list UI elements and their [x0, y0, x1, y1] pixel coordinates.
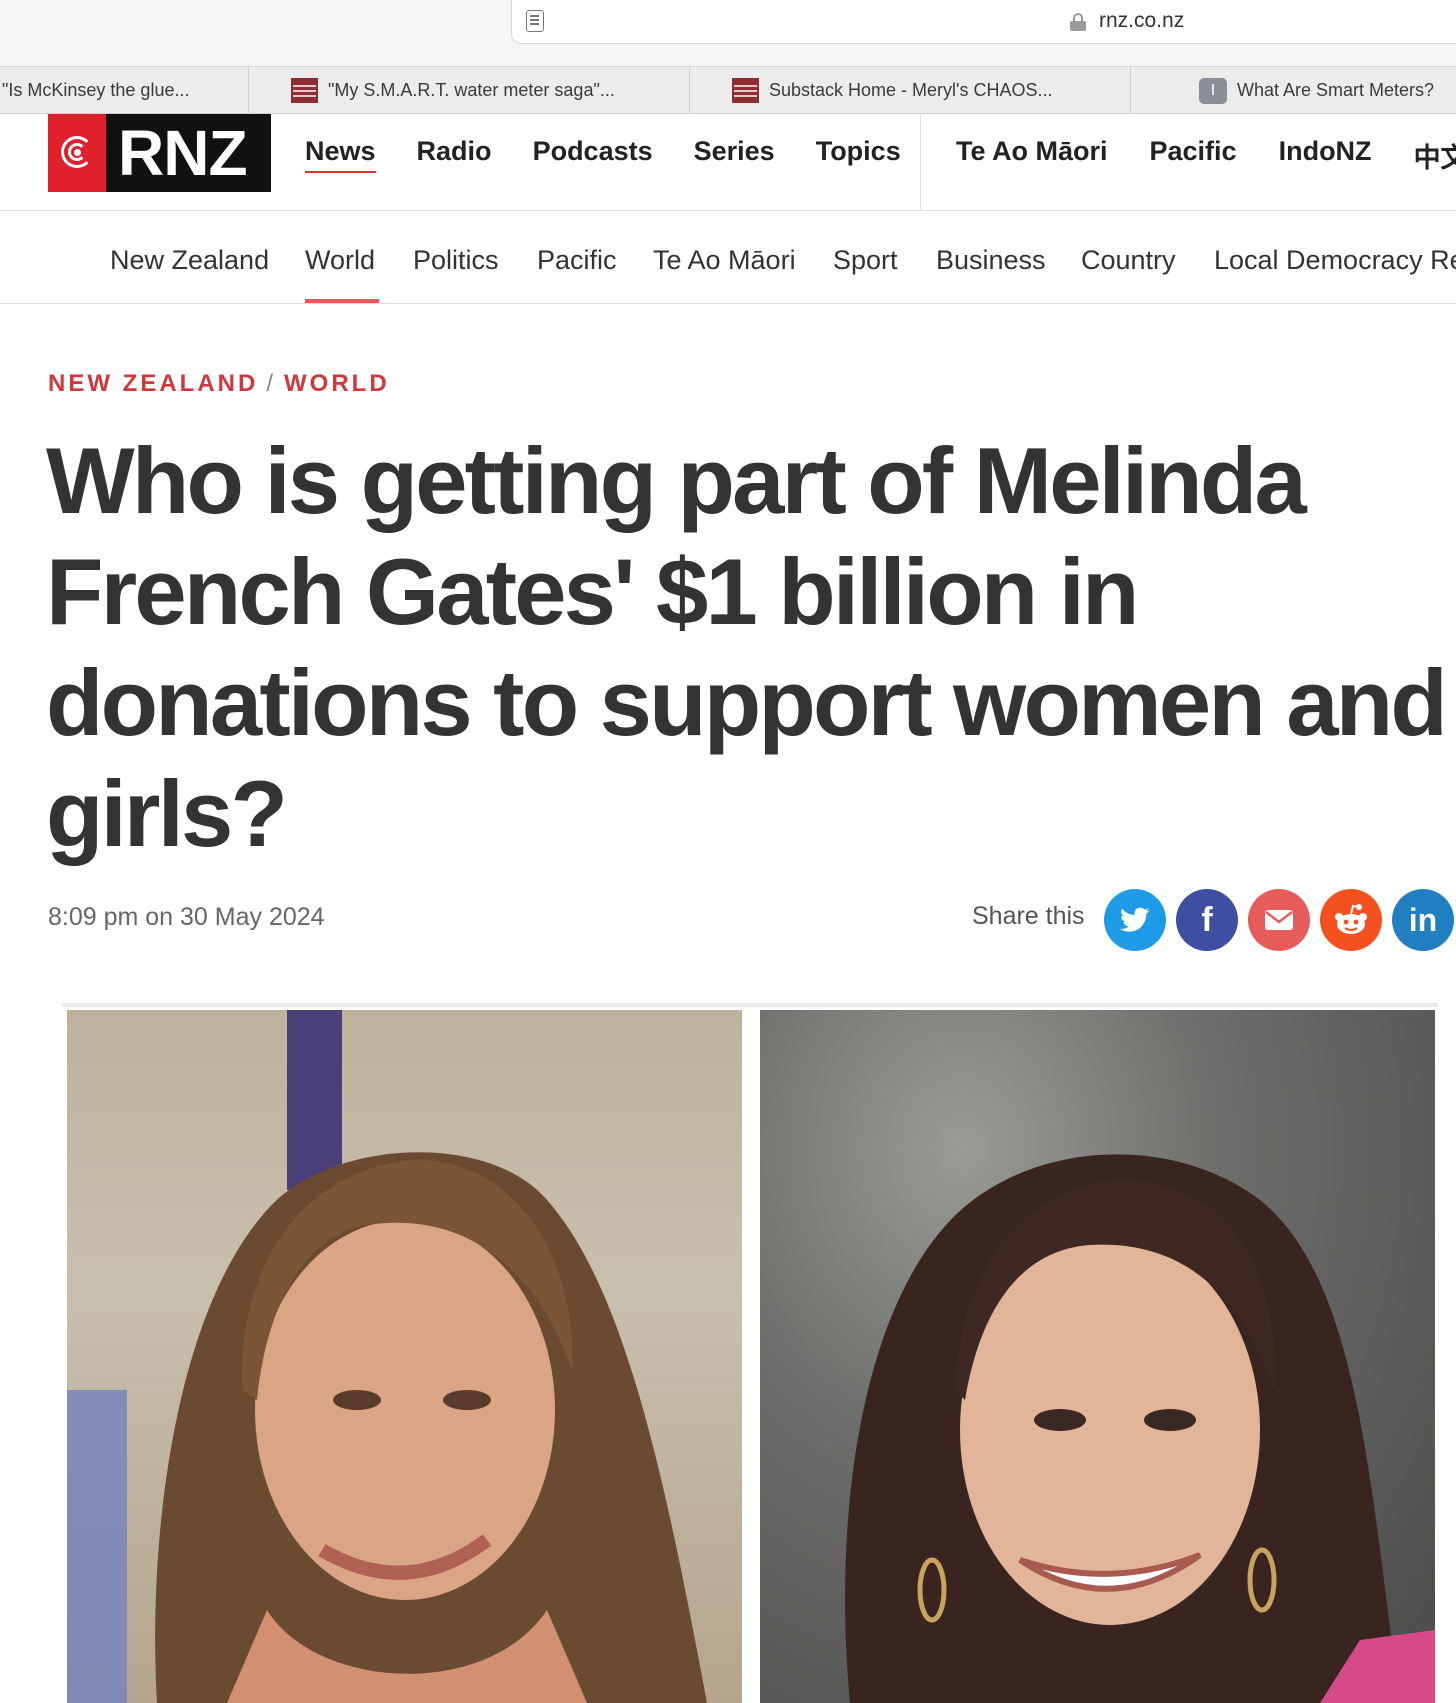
browser-tab[interactable]: I What Are Smart Meters? — [1131, 67, 1456, 114]
share-reddit-button[interactable] — [1320, 889, 1382, 951]
browser-tab[interactable]: "Is McKinsey the glue... — [0, 67, 249, 114]
nav-podcasts[interactable]: Podcasts — [533, 136, 653, 173]
section-local-democracy[interactable]: Local Democracy Re — [1214, 245, 1456, 276]
browser-tab[interactable]: "My S.M.A.R.T. water meter saga"... — [249, 67, 690, 114]
section-business[interactable]: Business — [936, 245, 1046, 276]
nav-topics[interactable]: Topics — [816, 136, 901, 173]
reddit-icon — [1335, 904, 1367, 934]
substack-favicon-icon — [291, 78, 318, 103]
rnz-logo-text: RNZ — [106, 114, 271, 192]
nav-te-ao-maori[interactable]: Te Ao Māori — [956, 136, 1108, 175]
section-politics[interactable]: Politics — [413, 245, 499, 276]
share-label: Share this — [972, 902, 1085, 930]
article-photo-left — [67, 1010, 742, 1703]
nav-series[interactable]: Series — [694, 136, 775, 173]
site-header: RNZ News Radio Podcasts Series Topics Te… — [0, 114, 1456, 211]
tab-title: Substack Home - Meryl's CHAOS... — [769, 80, 1053, 100]
nav-indonz[interactable]: IndoNZ — [1279, 136, 1372, 175]
nav-chinese[interactable]: 中文 — [1414, 136, 1456, 175]
section-te-ao-maori[interactable]: Te Ao Māori — [653, 245, 796, 276]
nav-divider — [920, 114, 921, 211]
article-dateline: 8:09 pm on 30 May 2024 — [48, 903, 325, 931]
tab-title: What Are Smart Meters? — [1237, 80, 1435, 100]
substack-favicon-icon — [732, 78, 759, 103]
kicker-new-zealand[interactable]: NEW ZEALAND — [48, 370, 258, 397]
tab-bar: "Is McKinsey the glue... "My S.M.A.R.T. … — [0, 66, 1456, 114]
browser-toolbar: rnz.co.nz — [0, 0, 1456, 66]
kicker-separator: / — [266, 370, 276, 397]
rnz-logo[interactable]: RNZ — [48, 114, 271, 192]
section-sport[interactable]: Sport — [833, 245, 898, 276]
share-email-button[interactable] — [1248, 889, 1310, 951]
address-bar[interactable]: rnz.co.nz — [511, 0, 1456, 44]
secondary-nav: Te Ao Māori Pacific IndoNZ 中文 — [956, 136, 1456, 175]
share-linkedin-button[interactable]: in — [1392, 889, 1454, 951]
tab-title: "Is McKinsey the glue... — [2, 80, 190, 100]
section-world[interactable]: World — [305, 245, 375, 276]
section-pacific[interactable]: Pacific — [537, 245, 617, 276]
tab-title: "My S.M.A.R.T. water meter saga"... — [328, 80, 615, 100]
reader-view-icon[interactable] — [526, 10, 544, 32]
twitter-icon — [1120, 907, 1150, 932]
article-kicker: NEW ZEALAND / WORLD — [48, 370, 390, 398]
active-section-indicator — [305, 299, 379, 303]
rnz-logo-mark-icon — [48, 114, 106, 192]
section-nav: New Zealand World Politics Pacific Te Ao… — [0, 211, 1456, 304]
article-headline: Who is getting part of Melinda French Ga… — [46, 428, 1448, 866]
nav-pacific[interactable]: Pacific — [1150, 136, 1237, 175]
url-text[interactable]: rnz.co.nz — [1099, 9, 1184, 33]
portrait-illustration — [845, 1154, 1435, 1703]
share-facebook-button[interactable]: f — [1176, 889, 1238, 951]
facebook-icon: f — [1201, 900, 1213, 939]
nav-news[interactable]: News — [305, 136, 376, 173]
article-photo-right — [760, 1010, 1435, 1703]
browser-tab[interactable]: Substack Home - Meryl's CHAOS... — [690, 67, 1131, 114]
lock-icon — [1070, 13, 1086, 31]
email-icon — [1265, 910, 1293, 930]
nav-radio[interactable]: Radio — [417, 136, 492, 173]
linkedin-icon: in — [1408, 901, 1438, 938]
photo-top-shadow — [62, 1003, 1438, 1007]
portrait-illustration — [67, 1010, 707, 1703]
primary-nav: News Radio Podcasts Series Topics — [305, 136, 942, 173]
site-favicon-icon: I — [1199, 77, 1227, 104]
section-new-zealand[interactable]: New Zealand — [110, 245, 269, 276]
share-twitter-button[interactable] — [1104, 889, 1166, 951]
section-country[interactable]: Country — [1081, 245, 1176, 276]
kicker-world[interactable]: WORLD — [284, 370, 390, 397]
